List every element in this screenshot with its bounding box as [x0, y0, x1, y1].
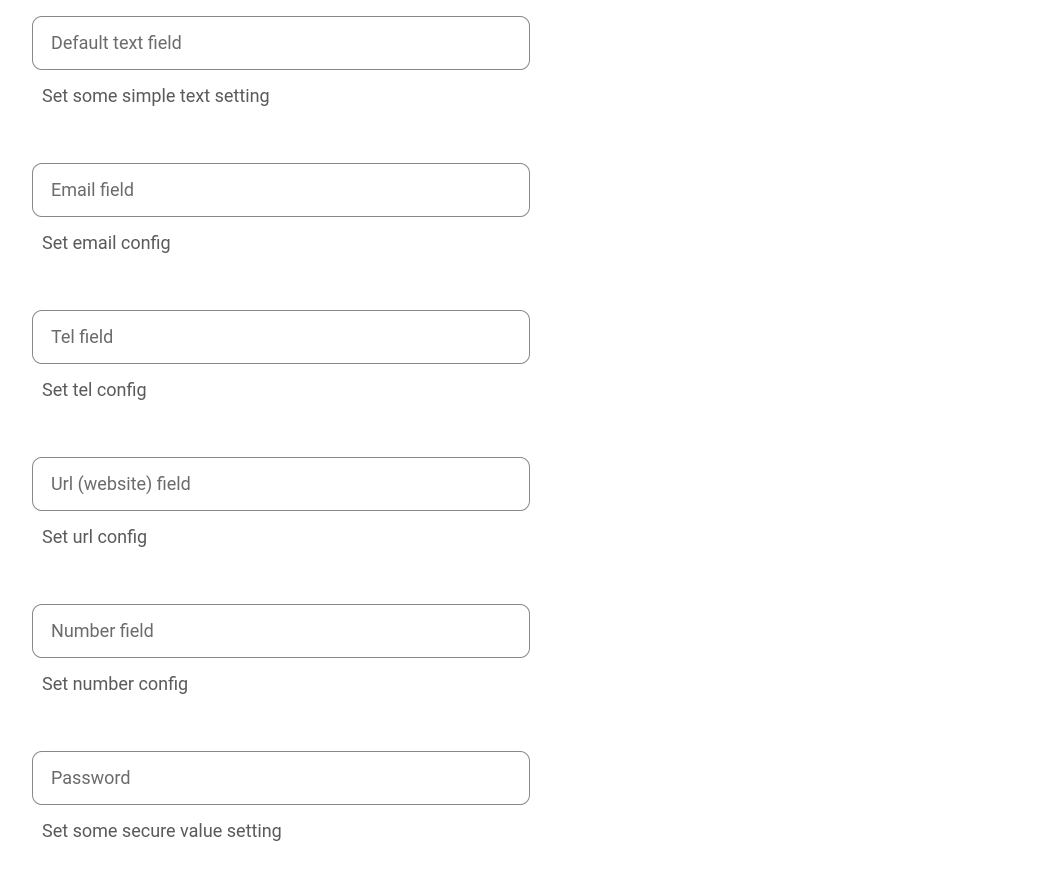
- number-field[interactable]: [32, 604, 530, 658]
- field-group-number: Set number config: [32, 604, 1028, 695]
- password-field[interactable]: [32, 751, 530, 805]
- url-field[interactable]: [32, 457, 530, 511]
- field-group-url: Set url config: [32, 457, 1028, 548]
- helper-text-password: Set some secure value setting: [42, 821, 1028, 842]
- field-group-email: Set email config: [32, 163, 1028, 254]
- tel-field[interactable]: [32, 310, 530, 364]
- field-group-tel: Set tel config: [32, 310, 1028, 401]
- email-field[interactable]: [32, 163, 530, 217]
- default-text-field[interactable]: [32, 16, 530, 70]
- helper-text-number: Set number config: [42, 674, 1028, 695]
- helper-text-email: Set email config: [42, 233, 1028, 254]
- field-group-password: Set some secure value setting: [32, 751, 1028, 842]
- field-group-text: Set some simple text setting: [32, 16, 1028, 107]
- helper-text-tel: Set tel config: [42, 380, 1028, 401]
- helper-text-default: Set some simple text setting: [42, 86, 1028, 107]
- helper-text-url: Set url config: [42, 527, 1028, 548]
